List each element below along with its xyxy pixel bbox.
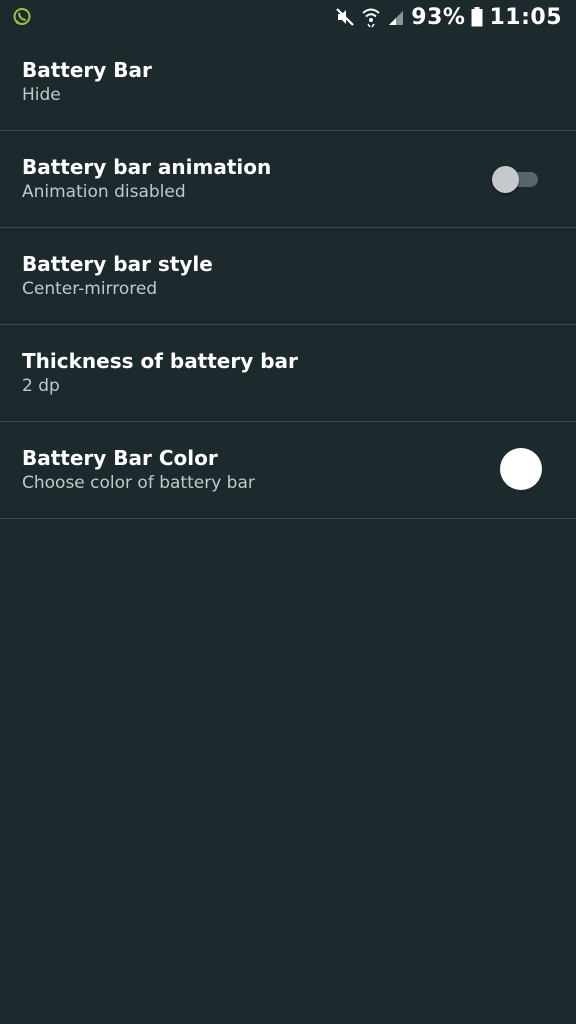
setting-title: Battery bar animation xyxy=(22,155,272,179)
setting-title: Battery Bar Color xyxy=(22,446,218,470)
setting-title: Battery bar style xyxy=(22,252,213,276)
setting-battery-bar-color[interactable]: Battery Bar Color Choose color of batter… xyxy=(0,422,576,519)
battery-icon xyxy=(471,7,483,27)
setting-summary: 2 dp xyxy=(22,376,60,396)
signal-icon xyxy=(387,8,405,26)
battery-percent: 93% xyxy=(411,4,466,30)
setting-battery-bar-animation[interactable]: Battery bar animation Animation disabled xyxy=(0,131,576,228)
setting-thickness-battery-bar[interactable]: Thickness of battery bar 2 dp xyxy=(0,325,576,422)
setting-title: Battery Bar xyxy=(22,58,152,82)
setting-battery-bar[interactable]: Battery Bar Hide xyxy=(0,34,576,131)
setting-title: Thickness of battery bar xyxy=(22,349,298,373)
color-swatch[interactable] xyxy=(500,448,542,490)
setting-summary: Choose color of battery bar xyxy=(22,473,255,493)
settings-list: Battery Bar Hide Battery bar animation A… xyxy=(0,34,576,519)
status-time: 11:05 xyxy=(489,4,562,30)
whatsapp-icon xyxy=(12,7,32,27)
setting-summary: Hide xyxy=(22,85,61,105)
status-bar: 93% 11:05 xyxy=(0,0,576,34)
animation-toggle-switch[interactable] xyxy=(492,166,538,193)
setting-summary: Animation disabled xyxy=(22,182,186,202)
status-right: 93% 11:05 xyxy=(335,5,562,30)
toggle-thumb xyxy=(492,166,519,193)
setting-summary: Center-mirrored xyxy=(22,279,158,299)
setting-battery-bar-style[interactable]: Battery bar style Center-mirrored xyxy=(0,228,576,325)
mute-icon xyxy=(335,7,355,27)
wifi-icon xyxy=(361,6,381,28)
status-left xyxy=(12,7,32,27)
